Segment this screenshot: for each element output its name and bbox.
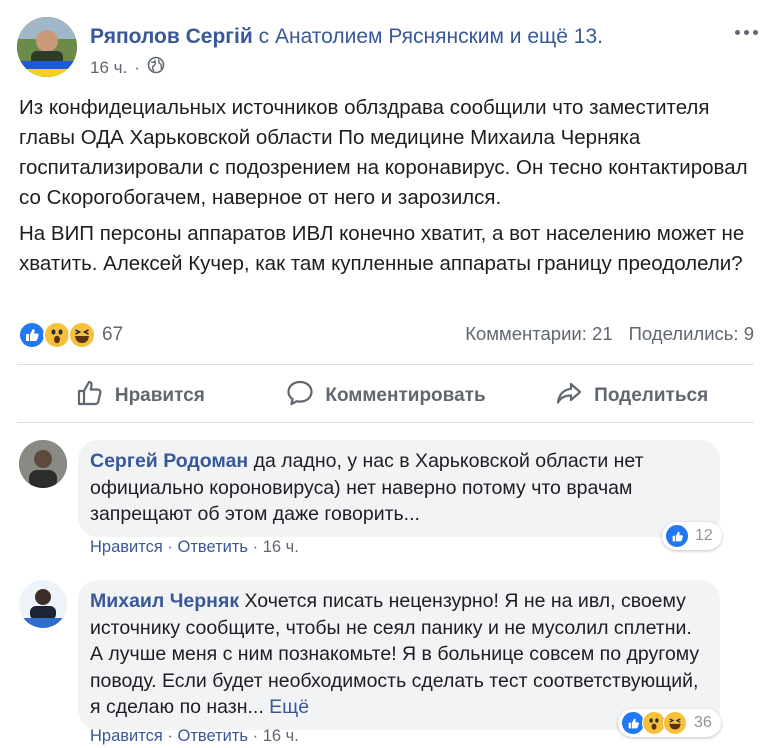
commenter-avatar[interactable] — [19, 440, 67, 488]
comment-reply-link[interactable]: Ответить — [178, 538, 249, 556]
share-arrow-icon — [554, 378, 584, 414]
comment-reactions[interactable]: 36 — [618, 709, 721, 737]
comment-bubble: Сергей Родоман да ладно, у нас в Харьков… — [78, 440, 720, 537]
comment-button-label: Комментировать — [325, 385, 486, 406]
separator-dot: · — [252, 727, 263, 745]
share-button[interactable]: Поделиться — [508, 371, 754, 421]
thumbs-up-icon — [75, 378, 105, 414]
like-icon — [665, 524, 689, 548]
reactions-summary[interactable]: 67 — [18, 321, 123, 349]
post-header-line: Ряполов Сергій с Анатолием Ряснянским и … — [90, 23, 603, 51]
post-paragraph-1: Из конфидециальных источников облздрава … — [19, 96, 748, 209]
separator-dot: · — [167, 538, 178, 556]
separator-dot: · — [134, 57, 140, 77]
like-button[interactable]: Нравится — [17, 371, 263, 421]
see-more-link[interactable]: Ещё — [269, 696, 309, 718]
comment-bubble: Михаил Черняк Хочется писать нецензурно!… — [78, 580, 720, 730]
post-stats: Комментарии: 21 Поделились: 9 — [465, 323, 754, 345]
post-paragraph-2: На ВИП персоны аппаратов ИВЛ конечно хва… — [19, 222, 745, 275]
comment-reaction-count: 12 — [695, 527, 713, 544]
comment-actions: Нравится · Ответить · 16 ч. — [90, 727, 299, 746]
comment-reactions[interactable]: 12 — [662, 522, 722, 550]
share-button-label: Поделиться — [594, 385, 709, 406]
wow-icon — [43, 321, 71, 349]
post-timestamp[interactable]: 16 ч. — [90, 58, 127, 78]
separator-dot: · — [167, 727, 178, 745]
reaction-count: 67 — [102, 324, 124, 345]
facebook-post: Ряполов Сергій с Анатолием Ряснянским и … — [0, 0, 771, 748]
speech-bubble-icon — [285, 378, 315, 414]
comments-count-link[interactable]: Комментарии: 21 — [465, 323, 612, 345]
comment-timestamp[interactable]: 16 ч. — [263, 538, 299, 556]
haha-icon — [663, 711, 687, 735]
separator-dot: · — [252, 538, 263, 556]
haha-icon — [68, 321, 96, 349]
comment-actions: Нравится · Ответить · 16 ч. — [90, 538, 299, 557]
post-actions: Нравится Комментировать Поделиться — [17, 371, 754, 421]
comment-reaction-count: 36 — [694, 714, 712, 731]
author-avatar[interactable] — [17, 17, 77, 77]
divider — [17, 422, 754, 423]
comment-like-link[interactable]: Нравится — [90, 538, 163, 556]
divider — [17, 364, 754, 365]
commenter-avatar[interactable] — [19, 580, 67, 628]
like-button-label: Нравится — [114, 385, 205, 406]
tagged-people-link[interactable]: с Анатолием Ряснянским и ещё 13. — [259, 25, 603, 48]
comment-reply-link[interactable]: Ответить — [178, 727, 249, 745]
post-meta: 16 ч. · — [90, 56, 165, 79]
shares-count-link[interactable]: Поделились: 9 — [629, 323, 754, 345]
commenter-name[interactable]: Михаил Черняк — [90, 590, 239, 612]
globe-icon — [147, 56, 165, 79]
ellipsis-icon[interactable] — [732, 18, 760, 46]
author-name[interactable]: Ряполов Сергій — [90, 25, 253, 48]
commenter-name[interactable]: Сергей Родоман — [90, 450, 248, 472]
comment-button[interactable]: Комментировать — [263, 371, 509, 421]
comment-like-link[interactable]: Нравится — [90, 727, 163, 745]
like-icon — [18, 321, 46, 349]
comment-timestamp[interactable]: 16 ч. — [263, 727, 299, 745]
